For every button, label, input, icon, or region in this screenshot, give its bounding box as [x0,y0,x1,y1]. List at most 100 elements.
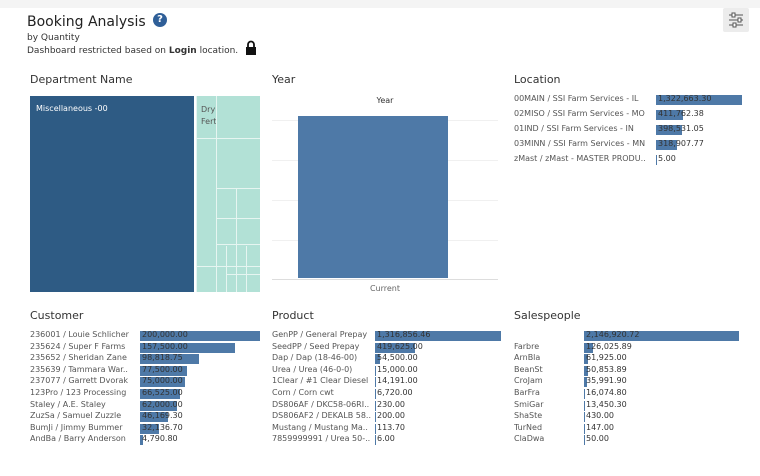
customer-row[interactable]: ZuzSa / Samuel Zuzzle 46,169.30 [30,411,266,423]
product-bar[interactable] [375,365,376,376]
customer-row[interactable]: 235652 / Sheridan Zane 98,818.75 [30,353,266,365]
customer-row[interactable]: 237077 / Garrett Dvorak 75,000.00 [30,376,266,388]
treemap-divider [216,244,260,245]
product-row-value: 54,500.00 [377,353,418,363]
location-row-label: 01IND / SSI Farm Services - IN [514,124,634,133]
salespeople-bar[interactable] [584,400,585,411]
customer-row-value: 157,500.00 [142,341,188,351]
customer-row-label: 123Pro / 123 Processing [30,388,127,397]
customer-row-value: 66,525.00 [142,388,183,397]
treemap-label-dry-fert: Dry Fert [201,104,217,128]
product-row[interactable]: Dap / Dap (18-46-00) 54,500.00 [272,353,505,365]
top-band [0,0,760,8]
salespeople-row[interactable]: CroJam 35,991.90 [514,376,744,388]
salespeople-row-value: 61,925.00 [586,353,627,363]
salespeople-row[interactable]: BeanSt 50,853.89 [514,365,744,377]
salespeople-bar[interactable] [584,389,585,399]
product-row[interactable]: Mustang / Mustang Ma.. 113.70 [272,423,505,435]
salespeople-row[interactable]: SmiGar 13,450.30 [514,400,744,412]
location-row-label: 03MINN / SSI Farm Services - MN [514,139,646,148]
salespeople-row[interactable]: TurNed 147.00 [514,423,744,435]
salespeople-row-value: 2,146,920.72 [586,330,640,339]
customer-row[interactable]: BumJi / Jimmy Bummer 32,136.70 [30,423,266,435]
product-row[interactable]: DS806AF / DKC58-06RI.. 230.00 [272,400,505,412]
salespeople-row-label: BeanSt [514,364,543,374]
product-title: Product [272,309,314,322]
treemap-divider [196,96,197,292]
product-bar[interactable] [375,389,376,399]
customer-row[interactable]: AndBa / Barry Anderson 4,790.80 [30,434,266,446]
treemap-cell-miscellaneous[interactable]: Miscellaneous -00 [30,96,194,292]
salespeople-bar[interactable] [584,435,585,446]
product-row[interactable]: SeedPP / Seed Prepay 419,625.00 [272,342,505,354]
salespeople-row-value: 126,025.89 [586,341,632,351]
axis-line [272,279,498,280]
location-row[interactable]: 00MAIN / SSI Farm Services - IL 1,322,663… [514,94,756,106]
salespeople-row[interactable]: Farbre 126,025.89 [514,342,744,354]
product-row-value: 113.70 [377,422,405,432]
product-bar[interactable] [375,377,376,388]
salespeople-bar[interactable] [584,412,585,423]
location-row-label: 00MAIN / SSI Farm Services - IL [514,94,639,103]
treemap-divider [216,218,260,219]
customer-row[interactable]: 123Pro / 123 Processing 66,525.00 [30,388,266,400]
customer-row[interactable]: Staley / A.E. Staley 62,000.00 [30,400,266,412]
restriction-login: Login [168,46,197,56]
product-bar[interactable] [375,400,376,411]
product-row-label: DS806AF / DKC58-06RI.. [272,399,370,409]
salespeople-row[interactable]: 2,146,920.72 [514,330,744,342]
product-row-value: 200.00 [377,411,405,421]
product-row[interactable]: DS806AF2 / DEKALB 58.. 200.00 [272,411,505,423]
treemap-divider [216,96,217,292]
page-title: Booking Analysis [27,14,146,30]
salespeople-bar[interactable] [584,423,585,434]
location-row-value: 1,322,663.30 [658,94,712,103]
year-bar-label: Current [369,284,401,293]
product-row[interactable]: Corn / Corn cwt 6,720.00 [272,388,505,400]
location-row[interactable]: 03MINN / SSI Farm Services - MN 318,907.7… [514,139,756,151]
customer-row-value: 98,818.75 [142,353,183,363]
location-row-value: 318,907.77 [658,139,704,148]
product-bar[interactable] [375,423,376,434]
product-row-value: 6.00 [377,434,395,444]
product-row-label: GenPP / General Prepay [272,330,368,339]
product-row[interactable]: Urea / Urea (46-0-0) 15,000.00 [272,365,505,377]
customer-row-value: 46,169.30 [142,411,183,421]
restriction-note: Dashboard restricted based on Login loca… [27,46,238,56]
product-bar[interactable] [375,412,376,423]
salespeople-row[interactable]: ClaDwa 50.00 [514,434,744,446]
customer-row-label: Staley / A.E. Staley [30,399,106,409]
customer-row[interactable]: 235639 / Tammara War.. 77,500.00 [30,365,266,377]
location-row[interactable]: 02MISO / SSI Farm Services - MO 411,762.3… [514,109,756,121]
salespeople-row[interactable]: BarFra 16,074.80 [514,388,744,400]
help-icon[interactable]: ? [153,13,167,27]
salespeople-row-label: SmiGar [514,399,544,409]
location-row[interactable]: zMast / zMast - MASTER PRODU.. 5.00 [514,154,756,166]
treemap-cell-others[interactable]: Dry Fert [196,96,260,292]
salespeople-title: Salespeople [514,309,581,322]
location-row[interactable]: 01IND / SSI Farm Services - IN 398,531.05 [514,124,756,136]
salespeople-row-label: CroJam [514,376,543,386]
customer-row-label: AndBa / Barry Anderson [30,434,126,444]
salespeople-row[interactable]: ArnBla 61,925.00 [514,353,744,365]
customer-row[interactable]: 235624 / Super F Farms 157,500.00 [30,342,266,354]
product-row-value: 6,720.00 [377,388,413,397]
treemap-divider [226,274,260,275]
customer-row[interactable]: 236001 / Louie Schlicher 200,000.00 [30,330,266,342]
customer-row-value: 4,790.80 [142,434,178,444]
year-bar-current[interactable] [298,116,448,278]
location-bar[interactable] [656,155,657,165]
customer-row-value: 77,500.00 [142,364,183,374]
treemap-label-fert: Fert [201,117,217,126]
year-column-header: Year [376,96,394,105]
salespeople-row[interactable]: ShaSte 430.00 [514,411,744,423]
filter-button[interactable] [723,8,749,32]
product-bar[interactable] [375,435,376,446]
product-row-label: Urea / Urea (46-0-0) [272,364,353,374]
customer-row-label: BumJi / Jimmy Bummer [30,422,123,432]
product-row-label: Mustang / Mustang Ma.. [272,422,368,432]
product-row[interactable]: 7859999991 / Urea 50-.. 6.00 [272,434,505,446]
salespeople-row-value: 50.00 [586,434,609,444]
product-row[interactable]: 1Clear / #1 Clear Diesel 14,191.00 [272,376,505,388]
product-row[interactable]: GenPP / General Prepay 1,316,856.46 [272,330,505,342]
